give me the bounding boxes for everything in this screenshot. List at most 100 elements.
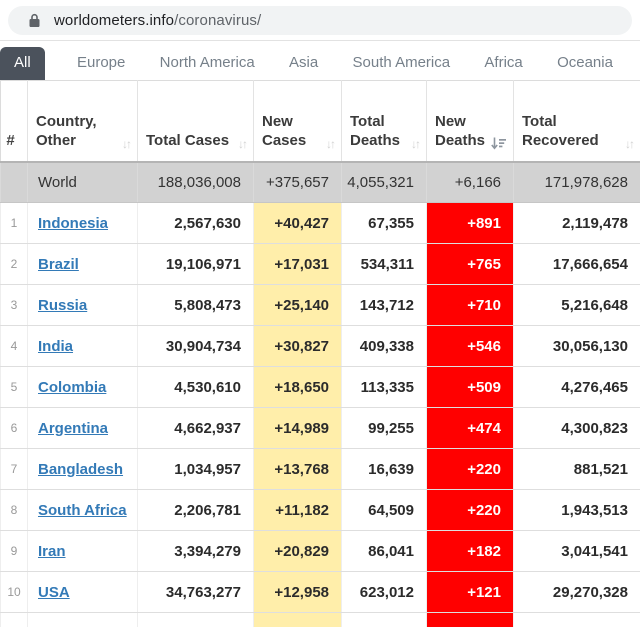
world-name: World	[28, 162, 138, 203]
row-total-deaths: 409,338	[342, 326, 427, 367]
row-country-cell: Indonesia	[28, 203, 138, 244]
country-link[interactable]: Russia	[38, 297, 87, 314]
browser-bar: worldometers.info/coronavirus/	[0, 0, 640, 41]
row-new-cases: +11,182	[254, 490, 342, 531]
row-new-cases: +12,958	[254, 572, 342, 613]
row-total-cases: 5,808,473	[138, 285, 254, 326]
sort-unsorted-icon: ↓↑	[625, 138, 633, 151]
country-link[interactable]: South Africa	[38, 502, 127, 519]
country-link[interactable]: Brazil	[38, 256, 79, 273]
header-label: Total Recovered	[522, 112, 623, 151]
row-rank: 8	[1, 490, 28, 531]
row-rank: 6	[1, 408, 28, 449]
row-rank: 4	[1, 326, 28, 367]
sort-unsorted-icon: ↓↑	[411, 138, 419, 151]
tab-north-america[interactable]: North America	[158, 47, 257, 80]
row-total-cases: 19,106,971	[138, 244, 254, 285]
header-total-deaths[interactable]: Total Deaths ↓↑	[342, 81, 427, 162]
country-link[interactable]: India	[38, 338, 73, 355]
row-rank: 3	[1, 285, 28, 326]
row-total-deaths: 623,012	[342, 572, 427, 613]
region-tabs: All Europe North America Asia South Amer…	[0, 41, 640, 80]
tab-europe[interactable]: Europe	[75, 47, 127, 80]
table-body-rows: World 188,036,008 +375,657 4,055,321 +6,…	[1, 162, 640, 627]
row-new-cases: +20,829	[254, 531, 342, 572]
world-total-recovered: 171,978,628	[514, 162, 640, 203]
row-new-cases: +14,989	[254, 408, 342, 449]
row-new-cases: +25,140	[254, 285, 342, 326]
sort-unsorted-icon: ↓↑	[122, 138, 130, 151]
header-new-deaths[interactable]: New Deaths	[427, 81, 514, 162]
url-text: worldometers.info/coronavirus/	[54, 12, 261, 29]
table-row: 3Russia5,808,473+25,140143,712+7105,216,…	[1, 285, 640, 326]
row-total-recovered: 881,521	[514, 449, 640, 490]
country-link[interactable]: Colombia	[38, 379, 106, 396]
world-rank-cell	[1, 162, 28, 203]
table-row: 2Brazil19,106,971+17,031534,311+76517,66…	[1, 244, 640, 285]
world-row: World 188,036,008 +375,657 4,055,321 +6,…	[1, 162, 640, 203]
header-new-cases[interactable]: New Cases ↓↑	[254, 81, 342, 162]
tab-all[interactable]: All	[0, 47, 45, 80]
country-link[interactable]: USA	[38, 584, 70, 601]
header-label: Total Deaths	[350, 112, 409, 151]
row-new-cases: +40,427	[254, 203, 342, 244]
table-row: 8South Africa2,206,781+11,18264,509+2201…	[1, 490, 640, 531]
header-label: Country, Other	[36, 112, 120, 151]
tab-oceania[interactable]: Oceania	[555, 47, 615, 80]
row-total-cases: 3,394,279	[138, 531, 254, 572]
tab-south-america[interactable]: South America	[351, 47, 453, 80]
row-total-recovered: 1,943,513	[514, 490, 640, 531]
row-total-recovered: 5,216,648	[514, 285, 640, 326]
row-country-cell: Bangladesh	[28, 449, 138, 490]
row-total-recovered: 17,666,654	[514, 244, 640, 285]
row-total-deaths: 67,355	[342, 203, 427, 244]
row-total-cases: 2,567,630	[138, 203, 254, 244]
row-total-cases: 34,763,277	[138, 572, 254, 613]
country-link[interactable]: Argentina	[38, 420, 108, 437]
row-total-deaths: 534,311	[342, 244, 427, 285]
header-label: Total Cases	[146, 131, 229, 151]
header-total-recovered[interactable]: Total Recovered ↓↑	[514, 81, 640, 162]
row-new-cases: +13,768	[254, 449, 342, 490]
row-country-cell: Colombia	[28, 367, 138, 408]
row-total-cases: 30,904,734	[138, 326, 254, 367]
row-new-cases: +18,650	[254, 367, 342, 408]
country-link[interactable]: Indonesia	[38, 215, 108, 232]
table-row: 6Argentina4,662,937+14,98999,255+4744,30…	[1, 408, 640, 449]
header-label: #	[6, 131, 14, 151]
row-new-deaths: +546	[427, 326, 514, 367]
row-rank: 7	[1, 449, 28, 490]
row-new-deaths: +121	[427, 572, 514, 613]
table-header-row: # Country, Other ↓↑ Total Cases ↓↑ New C…	[1, 81, 640, 162]
clipped-row	[1, 613, 640, 627]
row-country-cell: Iran	[28, 531, 138, 572]
row-new-deaths: +509	[427, 367, 514, 408]
row-new-deaths: +474	[427, 408, 514, 449]
sort-unsorted-icon: ↓↑	[326, 138, 334, 151]
country-link[interactable]: Bangladesh	[38, 461, 123, 478]
row-total-cases: 2,206,781	[138, 490, 254, 531]
tab-asia[interactable]: Asia	[287, 47, 320, 80]
header-label: New Deaths	[435, 112, 489, 151]
country-link[interactable]: Iran	[38, 543, 66, 560]
world-total-deaths: 4,055,321	[342, 162, 427, 203]
sort-unsorted-icon: ↓↑	[238, 138, 246, 151]
sort-descending-icon	[491, 137, 506, 151]
header-total-cases[interactable]: Total Cases ↓↑	[138, 81, 254, 162]
world-total-cases: 188,036,008	[138, 162, 254, 203]
row-total-cases: 1,034,957	[138, 449, 254, 490]
row-total-deaths: 16,639	[342, 449, 427, 490]
row-total-cases: 4,662,937	[138, 408, 254, 449]
row-country-cell: India	[28, 326, 138, 367]
header-country[interactable]: Country, Other ↓↑	[28, 81, 138, 162]
tab-africa[interactable]: Africa	[482, 47, 524, 80]
address-bar[interactable]: worldometers.info/coronavirus/	[8, 6, 632, 35]
header-label: New Cases	[262, 112, 324, 151]
row-country-cell: Brazil	[28, 244, 138, 285]
url-host: worldometers.info	[54, 12, 174, 29]
world-new-cases: +375,657	[254, 162, 342, 203]
header-rank[interactable]: #	[1, 81, 28, 162]
row-country-cell: South Africa	[28, 490, 138, 531]
url-path: /coronavirus/	[174, 12, 261, 29]
lock-icon[interactable]	[28, 13, 41, 28]
